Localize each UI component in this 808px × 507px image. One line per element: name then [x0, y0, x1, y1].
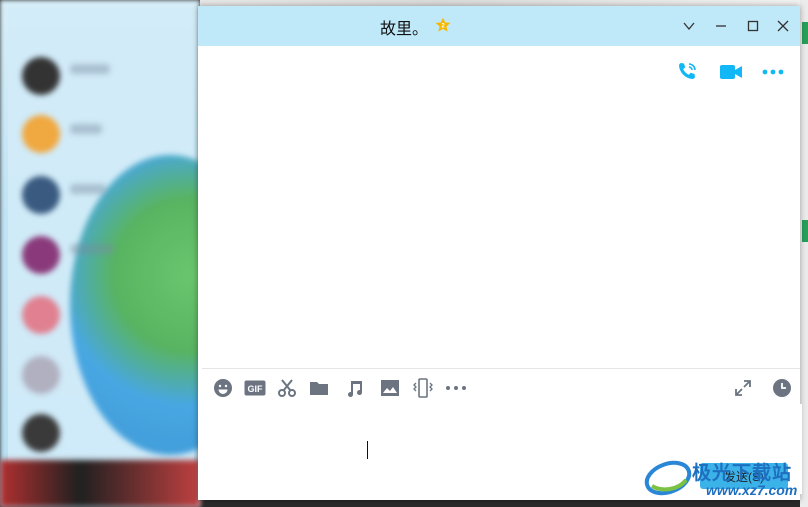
background-avatar [22, 115, 60, 153]
background-avatar [22, 414, 60, 452]
more-dots-icon[interactable] [444, 376, 468, 400]
chevron-down-icon[interactable] [677, 14, 701, 38]
window-title: 故里。 [380, 21, 429, 38]
video-call-icon[interactable] [717, 58, 745, 86]
composer-divider [202, 368, 800, 369]
background-avatar [22, 296, 60, 334]
title-bar[interactable]: 故里。 2 [198, 6, 800, 46]
emoji-icon[interactable] [211, 376, 235, 400]
watermark-text: 极光下载站 [692, 463, 793, 484]
voice-call-icon[interactable] [673, 58, 701, 86]
watermark: 极光下载站 www.xz7.com [642, 456, 802, 502]
background-green-bar [802, 22, 808, 44]
background-text [70, 64, 110, 74]
background-taskbar [0, 460, 200, 507]
background-text [70, 184, 106, 194]
background-avatar [22, 356, 60, 394]
gif-icon[interactable]: GIF [243, 376, 267, 400]
watermark-url: www.xz7.com [706, 482, 798, 498]
close-icon[interactable] [771, 14, 795, 38]
image-icon[interactable] [378, 376, 402, 400]
star-icon[interactable]: 2 [434, 16, 452, 34]
background-avatar [22, 57, 60, 95]
background-green-bar [802, 220, 808, 242]
background-avatar [22, 176, 60, 214]
more-icon[interactable] [759, 58, 787, 86]
expand-icon[interactable] [731, 376, 755, 400]
background-text [70, 244, 114, 254]
minimize-icon[interactable] [709, 14, 733, 38]
music-icon[interactable] [343, 376, 367, 400]
screenshot-scissors-icon[interactable] [275, 376, 299, 400]
chat-window: 故里。 2 GIF 发送(S) [198, 6, 802, 500]
watermark-logo-icon [644, 460, 692, 496]
text-caret [367, 441, 368, 459]
background-text [70, 124, 102, 134]
folder-icon[interactable] [307, 376, 331, 400]
svg-text:GIF: GIF [248, 384, 264, 394]
history-clock-icon[interactable] [770, 376, 794, 400]
shake-icon[interactable] [411, 376, 435, 400]
background-avatar [22, 236, 60, 274]
maximize-icon[interactable] [741, 14, 765, 38]
